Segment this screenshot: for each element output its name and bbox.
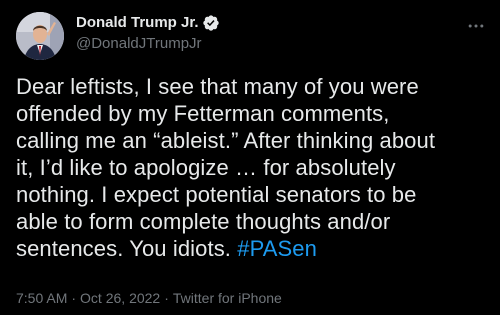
tweet-line: offended by my Fetterman comments, <box>16 101 390 126</box>
tweet-line: it, I’d like to apologize … for absolute… <box>16 155 396 180</box>
tweet-date[interactable]: Oct 26, 2022 <box>80 289 160 307</box>
tweet-time[interactable]: 7:50 AM <box>16 289 67 307</box>
tweet-line: Dear leftists, I see that many of you we… <box>16 74 419 99</box>
tweet-line: calling me an “ableist.” After thinking … <box>16 128 436 153</box>
tweet-meta: 7:50 AM · Oct 26, 2022 · Twitter for iPh… <box>16 289 282 307</box>
author-info[interactable]: Donald Trump Jr. @DonaldJTrumpJr <box>76 13 220 54</box>
avatar[interactable] <box>16 12 64 60</box>
tweet-source[interactable]: Twitter for iPhone <box>173 289 282 307</box>
meta-separator: · <box>71 290 77 306</box>
verified-badge-icon <box>202 15 219 31</box>
tweet-line: able to form complete thoughts and/or <box>16 209 391 234</box>
tweet-line: nothing. I expect potential senators to … <box>16 182 417 207</box>
handle[interactable]: @DonaldJTrumpJr <box>76 34 220 54</box>
name-row: Donald Trump Jr. <box>76 13 220 33</box>
tweet-line-last: sentences. You idiots. #PASen <box>16 235 486 262</box>
more-options-icon[interactable] <box>464 14 488 38</box>
tweet-text: Dear leftists, I see that many of you we… <box>16 73 486 262</box>
display-name[interactable]: Donald Trump Jr. <box>76 13 199 33</box>
meta-separator: · <box>164 290 169 306</box>
profile-photo-icon <box>16 12 64 60</box>
tweet-card: Donald Trump Jr. @DonaldJTrumpJr Dear le… <box>0 0 500 315</box>
tweet-line: sentences. You idiots. <box>16 236 238 261</box>
hashtag-link[interactable]: #PASen <box>237 236 317 261</box>
